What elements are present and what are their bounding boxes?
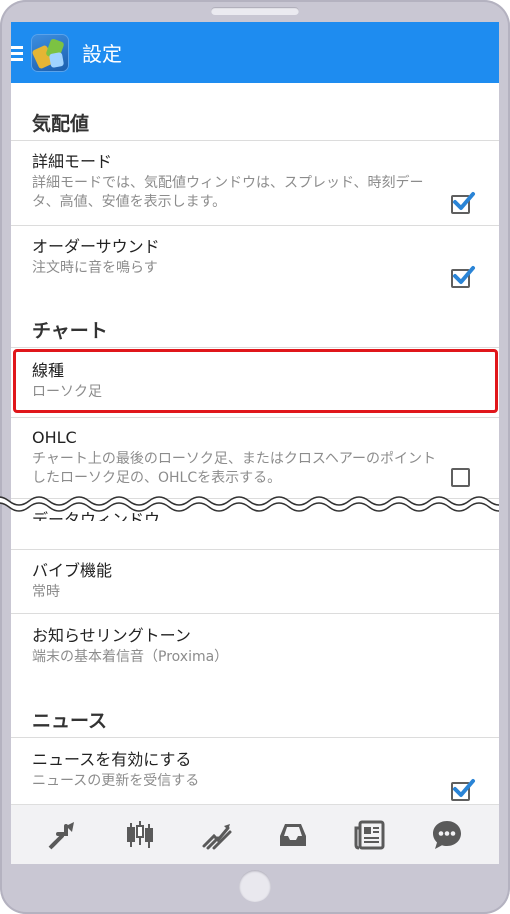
pref-subtitle: 詳細モードでは、気配値ウィンドウは、スプレッド、時刻データ、高値、安値を表示しま…	[32, 175, 424, 210]
ohlc-checkbox[interactable]	[451, 468, 470, 487]
pref-detail-mode[interactable]: 詳細モード 詳細モードでは、気配値ウィンドウは、スプレッド、時刻データ、高値、安…	[11, 151, 499, 212]
trade-icon[interactable]	[197, 815, 237, 855]
checkmark-icon	[453, 192, 475, 210]
divider	[11, 417, 499, 418]
divider	[11, 140, 499, 141]
checkmark-icon	[453, 266, 475, 284]
divider	[11, 737, 499, 738]
quotes-arrows-icon[interactable]	[43, 815, 83, 855]
pref-value: 端末の基本着信音（Proxima）	[32, 649, 229, 665]
pref-order-sound[interactable]: オーダーサウンド 注文時に音を鳴らす	[11, 236, 499, 278]
hamburger-menu-icon[interactable]	[11, 45, 23, 61]
phone-frame: 設定 気配値 詳細モード 詳細モードでは、気配値ウィンドウは、スプレッド、時刻デ…	[0, 0, 510, 914]
phone-speaker	[211, 7, 299, 15]
metatrader-logo-icon	[32, 34, 68, 71]
pref-title: 詳細モード	[32, 152, 113, 171]
pref-subtitle: ニュースの更新を受信する	[32, 773, 200, 789]
section-header-news: ニュース	[32, 710, 108, 732]
pref-subtitle: 注文時に音を鳴らす	[32, 260, 158, 276]
order-sound-checkbox[interactable]	[451, 266, 475, 288]
news-icon[interactable]	[350, 815, 390, 855]
app-bar: 設定	[11, 22, 499, 83]
pref-title: バイブ機能	[32, 561, 113, 580]
bottom-toolbar	[11, 804, 499, 864]
checkmark-icon	[453, 779, 475, 797]
section-header-chart: チャート	[32, 320, 108, 342]
highlight-box	[13, 349, 498, 413]
divider	[11, 549, 499, 550]
chat-icon[interactable]	[427, 815, 467, 855]
page-title: 設定	[82, 42, 122, 66]
screen: 設定 気配値 詳細モード 詳細モードでは、気配値ウィンドウは、スプレッド、時刻デ…	[11, 22, 499, 864]
detail-mode-checkbox[interactable]	[451, 192, 475, 214]
home-button[interactable]	[239, 870, 271, 902]
pref-enable-news[interactable]: ニュースを有効にする ニュースの更新を受信する	[11, 749, 499, 791]
pref-subtitle: チャート上の最後のローソク足、またはクロスヘアーのポイントしたローソク足の、OH…	[32, 451, 437, 486]
divider	[11, 225, 499, 226]
enable-news-checkbox[interactable]	[451, 779, 475, 801]
pref-title: OHLC	[32, 428, 77, 447]
history-inbox-icon[interactable]	[273, 815, 313, 855]
pref-value: 常時	[32, 584, 60, 600]
cut-line-divider	[0, 496, 499, 512]
pref-title: お知らせリングトーン	[32, 626, 191, 645]
chart-candles-icon[interactable]	[120, 815, 160, 855]
divider	[11, 347, 499, 348]
divider	[11, 613, 499, 614]
pref-ohlc[interactable]: OHLC チャート上の最後のローソク足、またはクロスヘアーのポイントしたローソク…	[11, 427, 499, 488]
pref-ringtone[interactable]: お知らせリングトーン 端末の基本着信音（Proxima）	[11, 625, 499, 667]
pref-title: オーダーサウンド	[32, 237, 160, 256]
pref-vibration[interactable]: バイブ機能 常時	[11, 560, 499, 602]
pref-title: ニュースを有効にする	[32, 750, 192, 769]
section-header-quotes: 気配値	[32, 113, 90, 135]
